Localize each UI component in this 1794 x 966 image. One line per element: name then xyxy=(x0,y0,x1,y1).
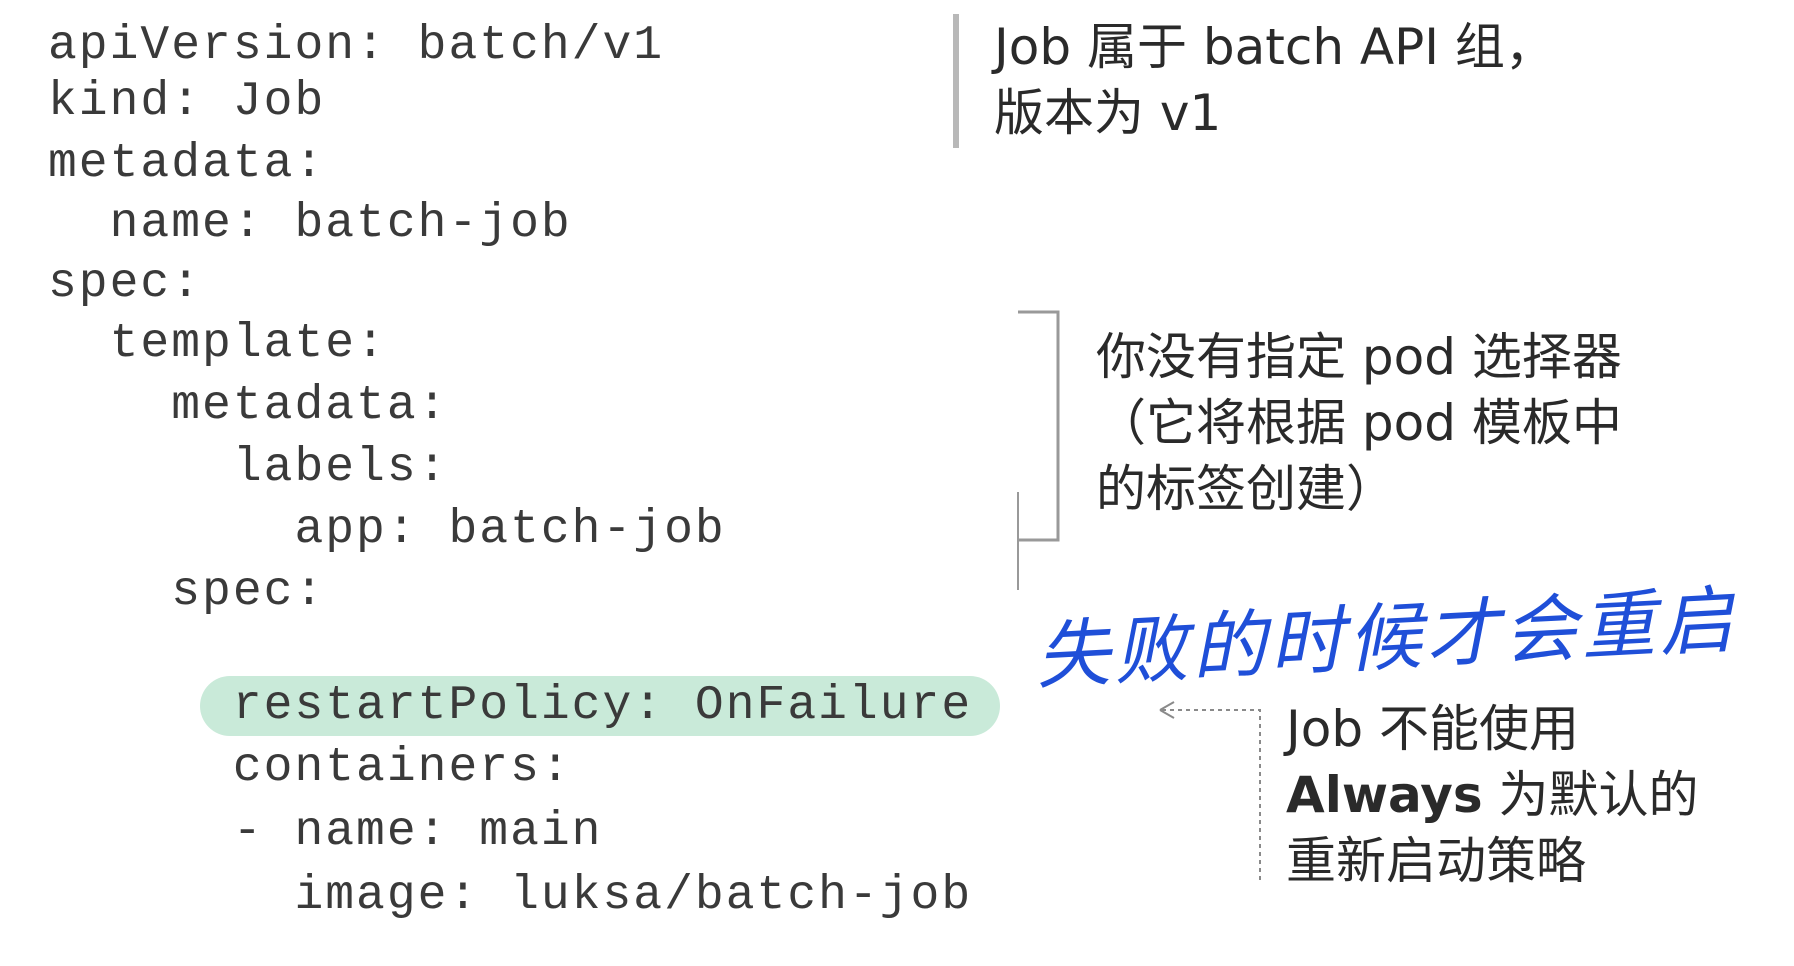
restart-connector xyxy=(1160,709,1261,880)
note-line: 你没有指定 pod 选择器 xyxy=(1096,328,1622,386)
note-line: （它将根据 pod 模板中 xyxy=(1096,394,1622,452)
note-line: Job 属于 batch API 组， xyxy=(994,18,1555,76)
always-keyword: Always xyxy=(1286,766,1483,824)
selector-bracket xyxy=(1018,310,1060,542)
pod-selector-note: 你没有指定 pod 选择器 （它将根据 pod 模板中 的标签创建） xyxy=(1096,324,1622,522)
note-line: Always 为默认的 xyxy=(1286,766,1699,824)
note-line: 重新启动策略 xyxy=(1286,832,1586,890)
api-group-note: Job 属于 batch API 组， 版本为 v1 xyxy=(994,14,1555,146)
note-line: 版本为 v1 xyxy=(994,84,1222,142)
restart-policy-note: Job 不能使用 Always 为默认的 重新启动策略 xyxy=(1286,696,1699,894)
note-line: 的标签创建） xyxy=(1096,460,1396,518)
note-line: Job 不能使用 xyxy=(1286,700,1579,758)
